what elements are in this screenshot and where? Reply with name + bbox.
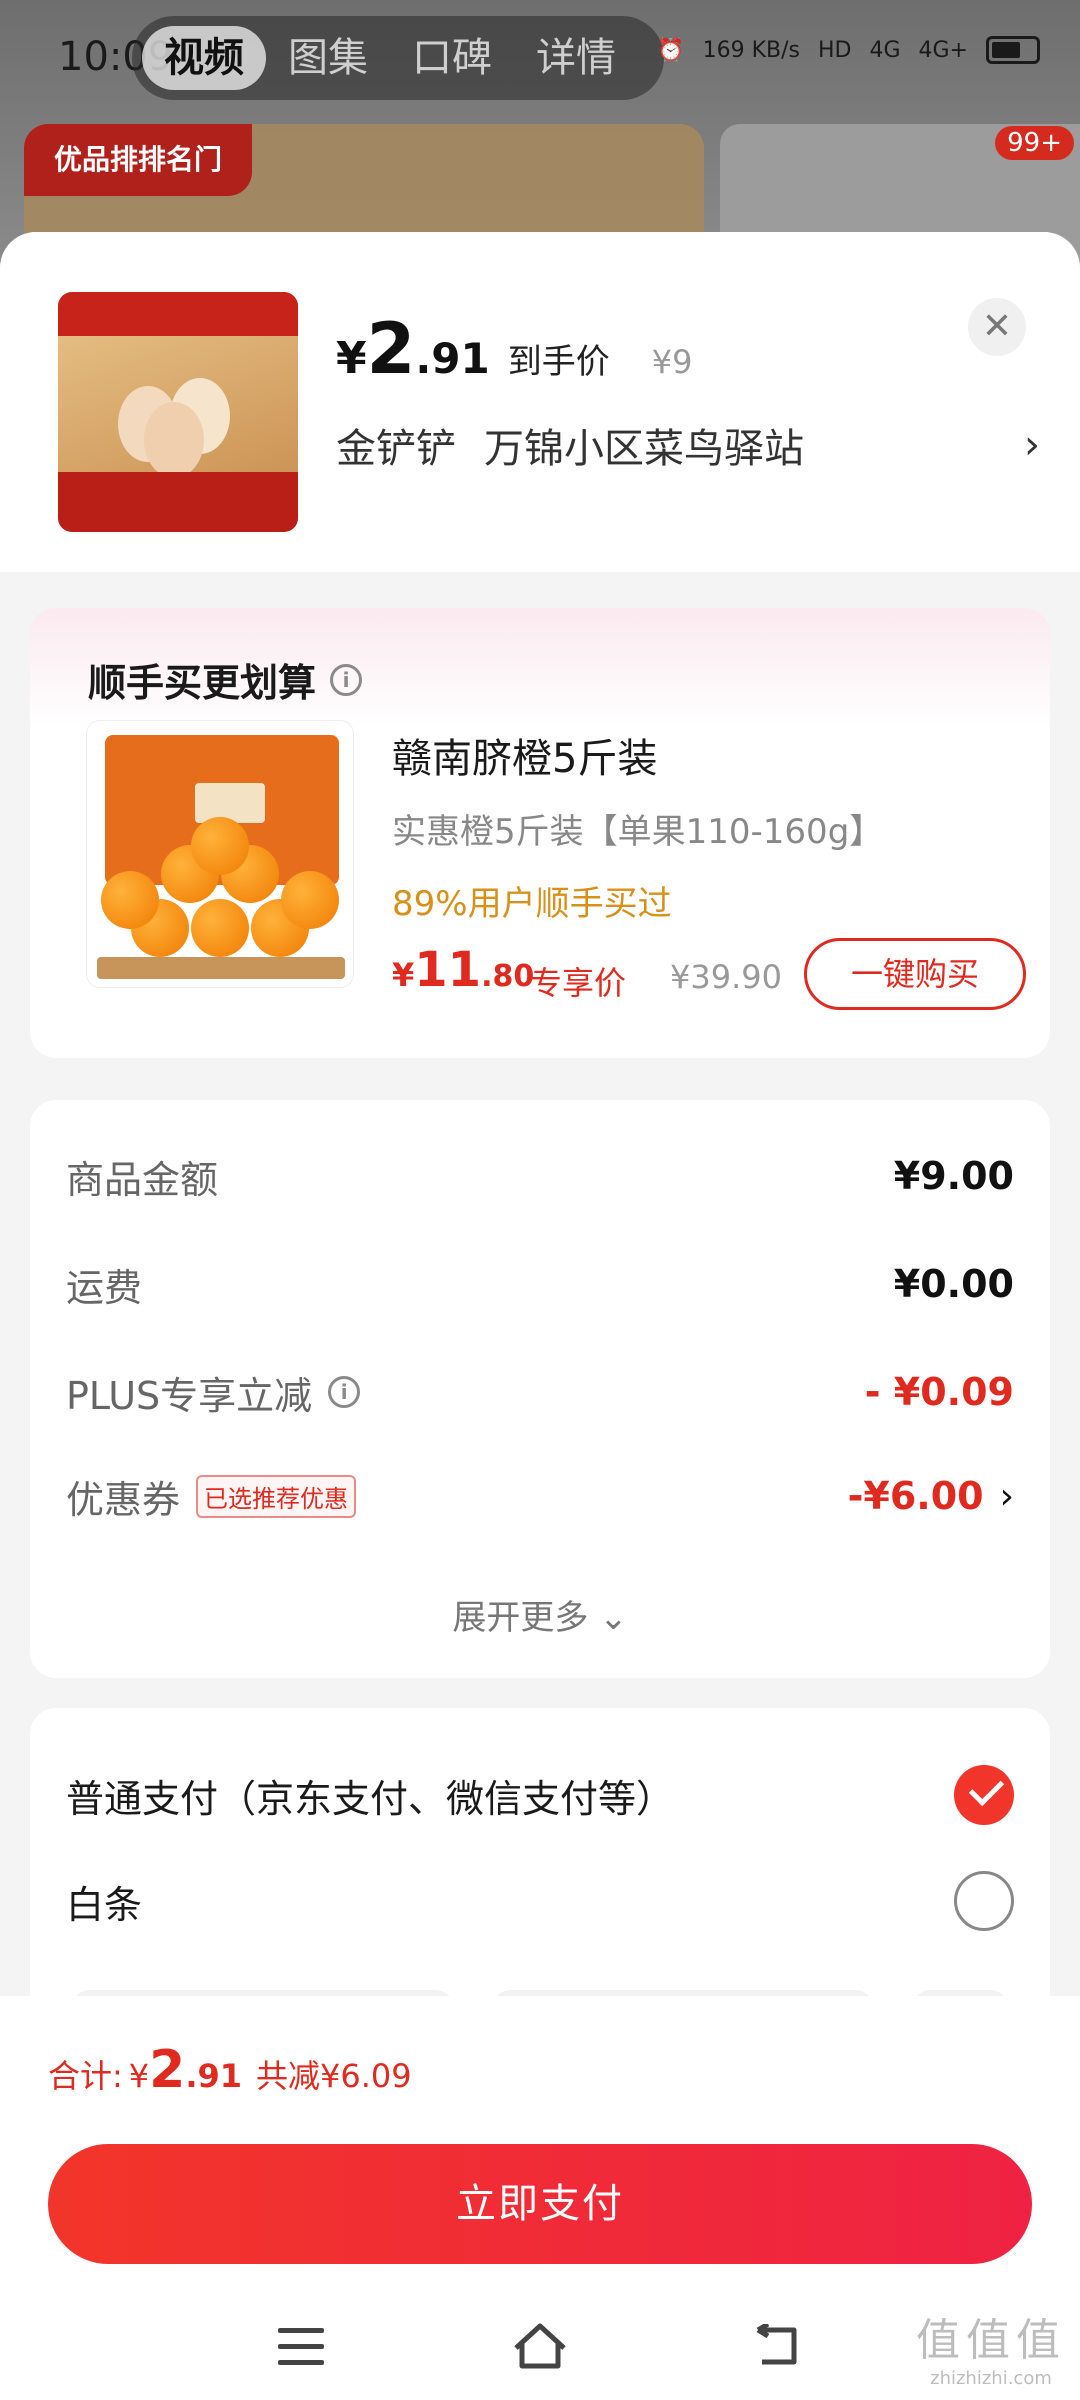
summary-row-plus-discount: PLUS专享立减 i - ¥0.09 (66, 1362, 1014, 1422)
summary-value: - ¥0.09 (864, 1370, 1014, 1414)
coupon-label: 优惠券 (66, 1477, 181, 1522)
home-icon[interactable] (510, 2320, 570, 2372)
price-summary: 商品金额 ¥9.00 运费 ¥0.00 PLUS专享立减 i - ¥0.09 优… (30, 1100, 1050, 1678)
menu-icon[interactable] (278, 2328, 324, 2366)
upsell-product-name[interactable]: 赣南脐橙5斤装 (392, 726, 657, 784)
summary-label: 商品金额 (66, 1157, 219, 1202)
upsell-price-symbol: ¥ (392, 956, 415, 994)
upsell-price-label: 专享价 (530, 964, 627, 1002)
upsell-card: 顺手买更划算 i 赣南脐橙5斤装 实惠橙5斤装【单果110-160g】 89%用… (30, 608, 1050, 1058)
orange-tray (97, 957, 345, 979)
chevron-down-icon: ⌄ (599, 1598, 628, 1638)
total-symbol: ¥ (128, 2057, 150, 2095)
summary-value: ¥9.00 (893, 1154, 1014, 1198)
price-integer: 2 (366, 308, 416, 390)
upsell-social-proof: 89%用户顺手买过 (392, 884, 672, 924)
final-price: ¥ 2 .91 到手价 ¥9 (336, 308, 692, 390)
upsell-price: ¥ 11 .80 (392, 942, 534, 998)
price-label: 到手价 (507, 342, 610, 382)
plus-discount-label: PLUS专享立减 (66, 1373, 313, 1418)
total-label: 合计: (48, 2057, 123, 2095)
total-saved: 共减¥6.09 (256, 2057, 412, 2095)
summary-label: PLUS专享立减 i (66, 1365, 361, 1420)
info-icon[interactable]: i (328, 1376, 361, 1408)
tab-gallery[interactable]: 图集 (266, 26, 390, 90)
total-integer: 2 (149, 2040, 186, 2100)
background-banner-tag: 优品排排名门 (24, 124, 253, 196)
price-symbol: ¥ (336, 333, 367, 384)
tab-details[interactable]: 详情 (514, 26, 638, 90)
background-badge: 99+ (995, 126, 1074, 160)
egg-image (118, 378, 238, 478)
product-thumbnail (58, 292, 298, 532)
radio-checked-icon[interactable] (954, 1765, 1014, 1825)
info-icon[interactable]: i (330, 663, 363, 696)
upsell-original-price: ¥39.90 (670, 958, 782, 996)
upsell-title: 顺手买更划算 i (88, 652, 363, 707)
summary-row-coupon[interactable]: 优惠券 已选推荐优惠 -¥6.00 › (66, 1466, 1014, 1526)
upsell-title-text: 顺手买更划算 (88, 661, 317, 705)
upsell-product-image[interactable] (86, 720, 354, 988)
payment-methods: 普通支付（京东支付、微信支付等） 白条 (30, 1708, 1050, 2050)
bottom-bar: 合计: ¥ 2 .91 共减¥6.09 立即支付 值值值 zhizhizhi.c… (0, 1996, 1080, 2400)
upsell-product-spec: 实惠橙5斤装【单果110-160g】 (392, 812, 884, 852)
price-decimal: .91 (415, 334, 490, 383)
coupon-tag: 已选推荐优惠 (196, 1474, 357, 1518)
close-button[interactable]: ✕ (968, 298, 1026, 356)
expand-more-label: 展开更多 (452, 1598, 589, 1638)
pay-now-button[interactable]: 立即支付 (48, 2144, 1032, 2264)
summary-row-subtotal: 商品金额 ¥9.00 (66, 1146, 1014, 1206)
watermark: 值值值 zhizhizhi.com (916, 2304, 1066, 2389)
battery-icon (986, 36, 1040, 64)
payment-option-baitiao[interactable]: 白条 (66, 1866, 1014, 1936)
upsell-price-integer: 11 (414, 942, 482, 998)
tab-video[interactable]: 视频 (142, 26, 266, 90)
thumbnail-footer (58, 472, 298, 532)
payment-option-label: 白条 (66, 1882, 143, 1927)
tab-reviews[interactable]: 口碑 (390, 26, 514, 90)
hd-icon: HD (817, 37, 852, 63)
expand-more-button[interactable]: 展开更多 ⌄ (30, 1590, 1050, 1639)
net-speed: 169 KB/s (702, 37, 800, 63)
original-price: ¥9 (651, 343, 693, 381)
top-tabs: 视频 图集 口碑 详情 (132, 16, 664, 100)
address-name: 金铲铲 (336, 426, 456, 472)
address-text: 万锦小区菜鸟驿站 (484, 426, 804, 472)
payment-option-standard[interactable]: 普通支付（京东支付、微信支付等） (66, 1760, 1014, 1830)
thumbnail-banner (58, 292, 298, 336)
watermark-main: 值值值 (916, 2315, 1066, 2366)
payment-option-label: 普通支付（京东支付、微信支付等） (66, 1776, 675, 1821)
alarm-icon: ⏰ (657, 37, 685, 63)
summary-value: ¥0.00 (893, 1262, 1014, 1306)
signal-icon: 4G (869, 37, 901, 63)
upsell-price-decimal: .80 (481, 959, 535, 994)
chevron-right-icon: › (999, 1475, 1014, 1517)
summary-row-shipping: 运费 ¥0.00 (66, 1254, 1014, 1314)
radio-unchecked-icon[interactable] (954, 1871, 1014, 1931)
signal-icon: 4G+ (918, 37, 968, 63)
address-selector[interactable]: 金铲铲 万锦小区菜鸟驿站 › (336, 416, 1040, 474)
chevron-right-icon: › (1024, 422, 1040, 468)
close-icon: ✕ (981, 306, 1013, 347)
summary-label: 运费 (66, 1265, 143, 1310)
summary-value: -¥6.00 (847, 1474, 984, 1518)
product-header: ¥ 2 .91 到手价 ¥9 ✕ 金铲铲 万锦小区菜鸟驿站 › (0, 232, 1080, 572)
watermark-sub: zhizhizhi.com (930, 2368, 1052, 2389)
summary-label: 优惠券 已选推荐优惠 (66, 1469, 357, 1524)
one-click-buy-button[interactable]: 一键购买 (804, 938, 1026, 1010)
total-amount: 合计: ¥ 2 .91 共减¥6.09 (48, 2040, 412, 2100)
status-icons: ⏰ 169 KB/s HD 4G 4G+ (657, 36, 1040, 64)
back-icon[interactable] (754, 2324, 804, 2368)
total-decimal: .91 (185, 2057, 243, 2095)
